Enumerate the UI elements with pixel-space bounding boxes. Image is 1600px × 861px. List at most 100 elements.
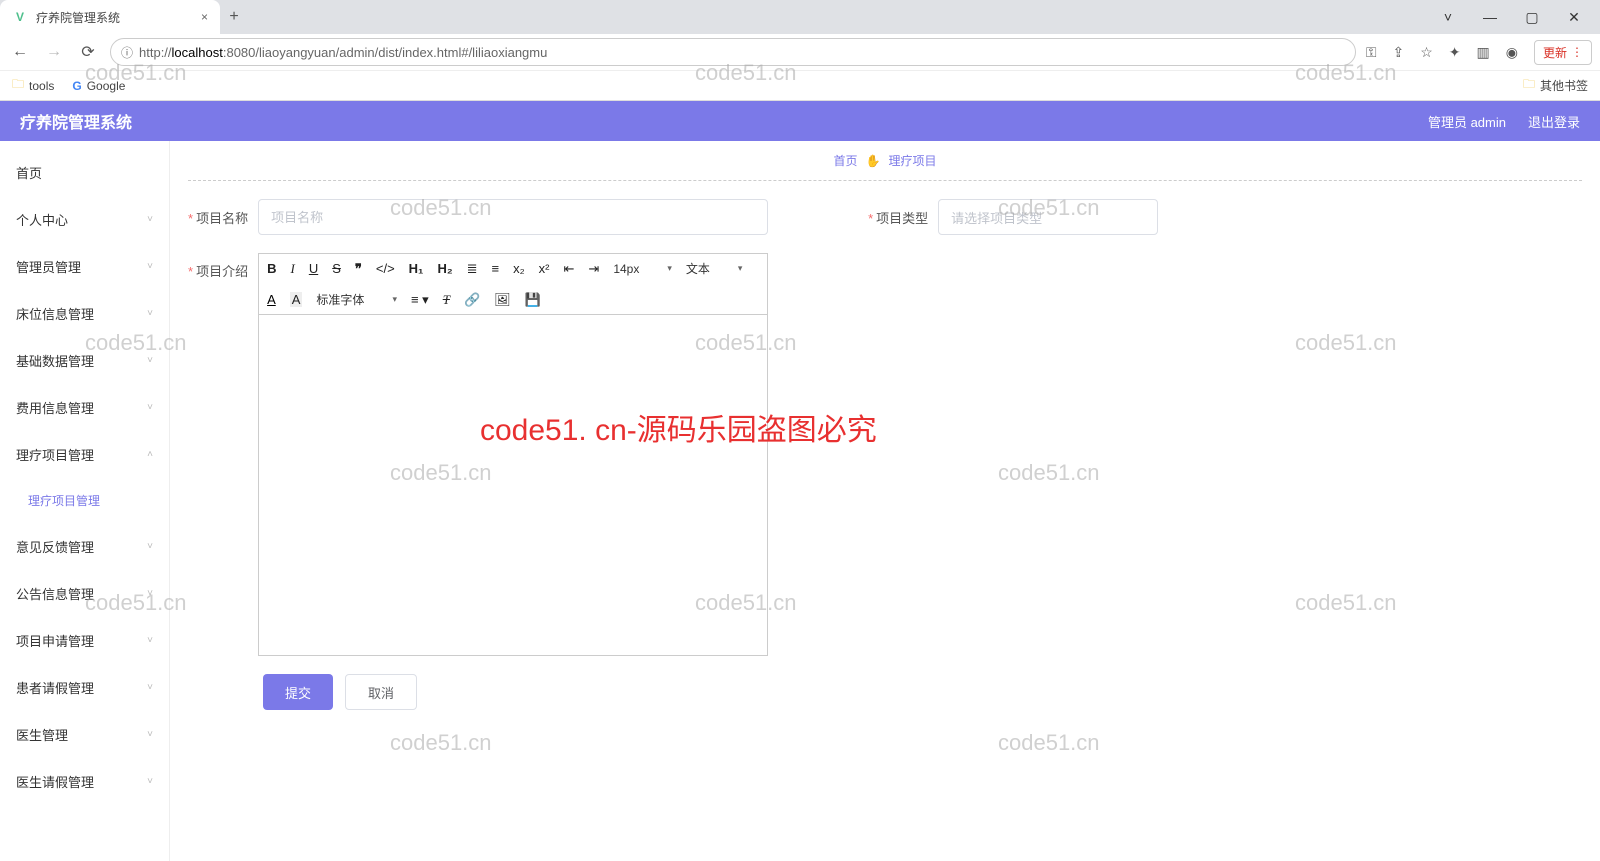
chevron-down-icon: ˅ [147,635,153,646]
sidebar-item-label: 医生请假管理 [16,772,94,791]
update-button[interactable]: 更新⋮ [1534,40,1592,65]
sidebar-item-label: 公告信息管理 [16,584,94,603]
user-label[interactable]: 管理员 admin [1428,112,1506,131]
rich-text-editor: B I U S ❞ </> H₁ H₂ ≣ ≡ x₂ x² ⇤ ⇥ 14px 文… [258,253,768,656]
editor-toolbar: B I U S ❞ </> H₁ H₂ ≣ ≡ x₂ x² ⇤ ⇥ 14px 文… [259,254,767,315]
sidebar-item-label: 意见反馈管理 [16,537,94,556]
unordered-list-icon[interactable]: ≡ [492,261,500,276]
h1-icon[interactable]: H₁ [409,261,424,276]
sidebar-item[interactable]: 理疗项目管理 ˄ [0,431,169,478]
subscript-icon[interactable]: x₂ [513,261,525,276]
chevron-down-icon[interactable]: ˅ [1438,9,1458,26]
sidebar-item[interactable]: 项目申请管理˅ [0,617,169,664]
label-project-type: *项目类型 [868,208,928,227]
chevron-down-icon: ˅ [147,355,153,366]
ordered-list-icon[interactable]: ≣ [467,261,478,277]
outdent-icon[interactable]: ⇥ [588,261,599,277]
main-content: 首页 ✋ 理疗项目 *项目名称 *项目类型 请选择项目类型 *项目介绍 B I … [170,141,1600,861]
breadcrumb-home[interactable]: 首页 [834,152,858,169]
share-icon[interactable]: ⇪ [1393,44,1405,61]
profile-icon[interactable]: ◉ [1506,44,1518,61]
code-icon[interactable]: </> [376,261,395,276]
maximize-icon[interactable]: ▢ [1522,9,1542,26]
sidebar-item[interactable]: 医生管理˅ [0,711,169,758]
sidebar-item-label: 床位信息管理 [16,304,94,323]
chevron-down-icon: ˅ [147,308,153,319]
label-project-intro: *项目介绍 [188,253,248,280]
app-header: 疗养院管理系统 管理员 admin 退出登录 [0,101,1600,141]
forward-icon[interactable]: → [42,43,66,61]
chevron-down-icon: ˅ [147,776,153,787]
chevron-down-icon: ˅ [147,261,153,272]
project-type-select[interactable]: 请选择项目类型 [938,199,1158,235]
link-icon[interactable]: 🔗 [464,292,480,308]
new-tab-button[interactable]: + [220,8,248,26]
sidebar-item[interactable]: 意见反馈管理 ˅ [0,523,169,570]
save-icon[interactable]: 💾 [525,292,541,308]
hand-icon: ✋ [866,154,881,168]
back-icon[interactable]: ← [8,43,32,61]
sidebar-item[interactable]: 管理员管理 ˅ [0,243,169,290]
chevron-down-icon: ˅ [147,402,153,413]
sidebar-item-label: 患者请假管理 [16,678,94,697]
cancel-button[interactable]: 取消 [345,674,417,710]
sidebar-item[interactable]: 患者请假管理 ˅ [0,664,169,711]
reload-icon[interactable]: ⟳ [76,42,100,62]
sidebar-item[interactable]: 基础数据管理˅ [0,337,169,384]
sidebar-item[interactable]: 个人中心˅ [0,196,169,243]
sidebar-item[interactable]: 公告信息管理˅ [0,570,169,617]
tab-title: 疗养院管理系统 [36,9,120,26]
indent-icon[interactable]: ⇤ [564,261,575,277]
fontsize-select[interactable]: 14px [613,262,672,276]
extensions-icon[interactable]: ✦ [1449,44,1461,61]
chevron-down-icon: ˅ [147,541,153,552]
italic-icon[interactable]: I [290,261,294,277]
browser-tab-bar: V 疗养院管理系统 × + ˅ — ▢ ✕ [0,0,1600,34]
folder-icon: 🗀 [12,75,24,96]
sidebar-item[interactable]: 费用信息管理 ˅ [0,384,169,431]
clear-format-icon[interactable]: T [443,292,450,308]
close-icon[interactable]: × [201,10,208,24]
h2-icon[interactable]: H₂ [437,261,452,276]
quote-icon[interactable]: ❞ [355,261,362,277]
chevron-down-icon: ˅ [147,729,153,740]
star-icon[interactable]: ☆ [1420,44,1433,61]
chevron-down-icon: ˅ [147,214,153,225]
address-bar: ← → ⟳ ⓘ http://localhost:8080/liaoyangyu… [0,34,1600,70]
url-input[interactable]: ⓘ http://localhost:8080/liaoyangyuan/adm… [110,38,1356,66]
submit-button[interactable]: 提交 [263,674,333,710]
style-select[interactable]: 文本 [686,260,743,277]
bookmark-tools[interactable]: 🗀tools [12,75,54,96]
minimize-icon[interactable]: — [1480,9,1500,26]
image-icon[interactable]: 🖼 [494,292,511,308]
sidebar-item[interactable]: 医生请假管理 ˅ [0,758,169,805]
other-bookmarks[interactable]: 🗀其他书签 [1523,75,1588,96]
bold-icon[interactable]: B [267,261,276,276]
sidebar-item[interactable]: 床位信息管理 ˅ [0,290,169,337]
underline-icon[interactable]: U [309,261,318,276]
project-name-input[interactable] [258,199,768,235]
superscript-icon[interactable]: x² [539,261,550,276]
strike-icon[interactable]: S [332,261,341,276]
sidebar-item-label: 理疗项目管理 [28,492,100,509]
key-icon[interactable]: ⚿ [1366,44,1377,61]
sidebar-item-label: 理疗项目管理 [16,445,94,464]
bookmark-google[interactable]: GGoogle [72,79,125,93]
bgcolor-icon[interactable]: A [290,292,303,307]
chevron-down-icon: ˅ [147,682,153,693]
editor-textarea[interactable] [259,315,767,655]
browser-tab[interactable]: V 疗养院管理系统 × [0,0,220,34]
panel-icon[interactable]: ▥ [1477,44,1490,61]
breadcrumb: 首页 ✋ 理疗项目 [188,141,1582,181]
sidebar-item-label: 管理员管理 [16,257,81,276]
chevron-up-icon: ˄ [147,449,153,460]
align-select[interactable]: ≡ ▾ [411,292,429,308]
logout-button[interactable]: 退出登录 [1528,112,1580,131]
sidebar-item[interactable]: 首页 [0,149,169,196]
sidebar-item-label: 费用信息管理 [16,398,94,417]
fontfamily-select[interactable]: 标准字体 [316,291,397,308]
close-window-icon[interactable]: ✕ [1564,9,1584,26]
fontcolor-icon[interactable]: A [267,292,276,307]
info-icon: ⓘ [121,44,133,61]
sidebar-subitem[interactable]: 理疗项目管理 [0,478,169,523]
